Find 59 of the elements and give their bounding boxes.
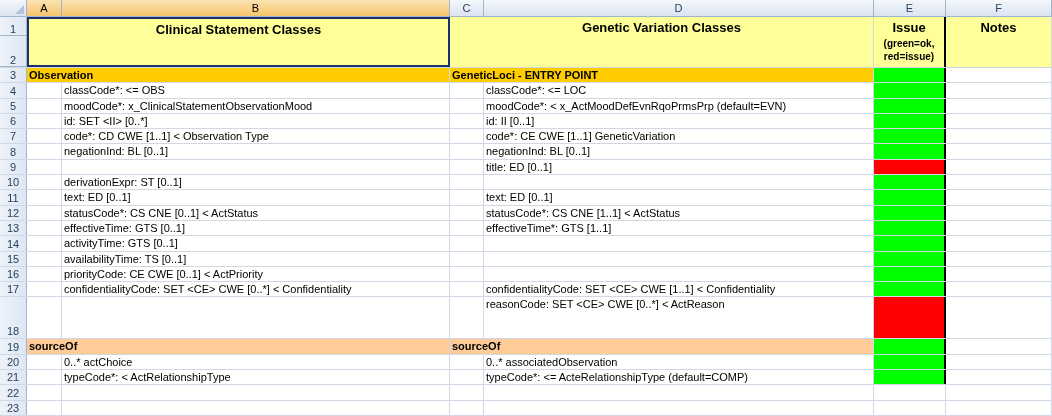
table-cell: typeCode*: <= ActeRelationshipType (default=COMP) [486,371,748,384]
column-title: Issue [892,20,926,35]
column-note: (green=ok, red=issue) [882,37,936,63]
row-number[interactable]: 11 [0,190,27,205]
row-number[interactable]: 1 [0,17,27,36]
column-header[interactable]: E [874,0,946,16]
table-cell: negationInd: BL [0..1] [486,145,591,158]
table-cell: moodCode*: x_ClinicalStatementObservationMood [64,99,313,112]
table-cell: id: II [0..1] [486,114,535,127]
row-number[interactable]: 18 [0,297,27,339]
row-number[interactable]: 14 [0,236,27,251]
table-cell: derivationExpr: ST [0..1] [64,176,182,189]
table-cell: effectiveTime*: GTS [1..1] [486,221,612,234]
row-number[interactable]: 17 [0,282,27,297]
header-cell: Notes [946,17,1052,67]
table-cell: priorityCode: CE CWE [0..1] < ActPriority [64,267,263,280]
table-cell: confidentialityCode: SET <CE> CWE [0..*] < Confidentiality [64,283,352,296]
header-cell: Genetic Variation Classes [450,17,874,67]
table-cell: code*: CE CWE [1..1] GeneticVariation [486,130,676,143]
table-cell: text: ED [0..1] [64,191,131,204]
row-number[interactable]: 4 [0,83,27,98]
section-cell: sourceOf [27,339,450,354]
column-header[interactable]: D [484,0,874,16]
table-cell: moodCode*: < x_ActMoodDefEvnRqoPrmsPrp (default=EVN) [486,99,787,112]
row-number[interactable]: 19 [0,339,27,354]
column-header[interactable]: A [27,0,62,16]
table-cell: negationInd: BL [0..1] [64,145,169,158]
column-header[interactable]: C [450,0,484,16]
table-cell: title: ED [0..1] [486,160,553,173]
row-number[interactable]: 3 [0,68,27,83]
table-cell: reasonCode: SET <CE> CWE [0..*] < ActReason [486,298,725,311]
section-cell: GeneticLoci - ENTRY POINT [450,68,874,83]
row-number[interactable]: 2 [0,36,27,67]
table-cell: statusCode*: CS CNE [1..1] < ActStatus [486,206,681,219]
table-cell: classCode*: <= LOC [486,84,587,97]
column-header[interactable]: B [62,0,450,16]
select-all-button[interactable] [0,0,27,16]
row-number[interactable]: 21 [0,370,27,385]
row-number[interactable]: 22 [0,385,27,400]
table-cell: id: SET <II> [0..*] [64,114,148,127]
table-cell: activityTime: GTS [0..1] [64,237,178,250]
table-cell: 0..* associatedObservation [486,355,618,368]
triangle-icon [15,5,24,14]
table-cell: statusCode*: CS CNE [0..1] < ActStatus [64,206,259,219]
table-cell: typeCode*: < ActRelationshipType [64,371,231,384]
column-header[interactable]: F [946,0,1052,16]
row-number[interactable]: 8 [0,144,27,159]
table-cell: text: ED [0..1] [486,191,553,204]
section-cell: Observation [27,68,450,83]
header-cell: Clinical Statement Classes [27,17,450,67]
row-number[interactable]: 7 [0,129,27,144]
table-cell: effectiveTime: GTS [0..1] [64,221,186,234]
table-cell: availabilityTime: TS [0..1] [64,252,187,265]
table-cell: 0..* actChoice [64,355,133,368]
table-cell: confidentialityCode: SET <CE> CWE [1..1] < Confidentiality [486,283,776,296]
section-cell: sourceOf [450,339,874,354]
row-number[interactable]: 10 [0,175,27,190]
table-cell: classCode*: <= OBS [64,84,165,97]
table-cell: code*: CD CWE [1..1] < Observation Type [64,130,269,143]
